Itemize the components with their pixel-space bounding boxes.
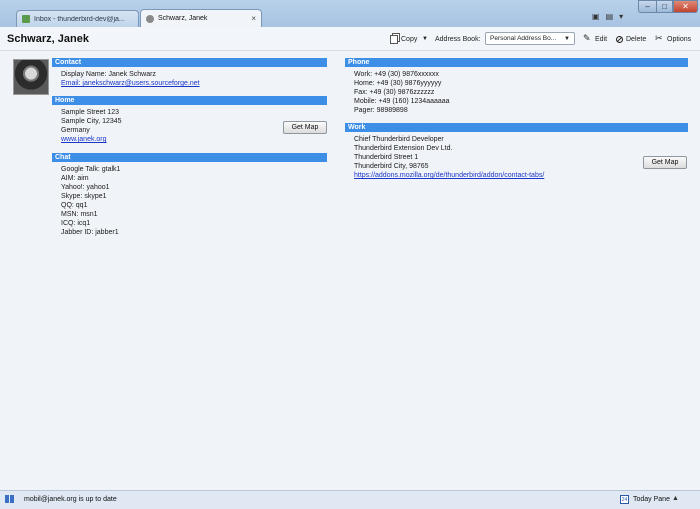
contact-icon xyxy=(146,14,154,23)
chat-item: ICQ: icq1 xyxy=(61,220,91,227)
tab-inbox[interactable]: Inbox - thunderbird-dev@ja... xyxy=(16,10,139,27)
email-link[interactable]: Email: janekschwarz@users.sourceforge.ne… xyxy=(61,79,200,88)
copy-icon xyxy=(390,34,398,44)
contact-section-header: Contact xyxy=(52,58,327,67)
menu-dropdown-icon[interactable]: ▾ xyxy=(619,12,623,21)
chat-item: Yahoo!: yahoo1 xyxy=(61,184,110,191)
calendar-icon: 24 xyxy=(620,495,629,504)
phone-item: Pager: 98989898 xyxy=(354,107,408,114)
work-street: Thunderbird Street 1 xyxy=(354,154,419,161)
home-website-link[interactable]: www.janek.org xyxy=(61,135,107,144)
tab-contact[interactable]: Schwarz, Janek × xyxy=(140,9,262,27)
avatar xyxy=(13,59,49,95)
phone-item: Home: +49 (30) 9876yyyyyy xyxy=(354,80,442,87)
address-book-value: Personal Address Bo... xyxy=(490,35,557,42)
address-book-label: Address Book: xyxy=(435,35,481,43)
chat-item: Google Talk: gtalk1 xyxy=(61,166,121,173)
minimize-button[interactable]: – xyxy=(638,0,656,13)
work-website-link[interactable]: https://addons.mozilla.org/de/thunderbir… xyxy=(354,171,544,180)
copy-label: Copy xyxy=(401,35,418,43)
edit-label: Edit xyxy=(595,35,608,43)
chat-item: Jabber ID: jabber1 xyxy=(61,229,119,236)
chat-section-header: Chat xyxy=(52,153,327,162)
close-tab-icon[interactable]: × xyxy=(251,14,256,23)
tab-list-icon[interactable]: ▣ xyxy=(592,12,600,21)
phone-section-header: Phone xyxy=(345,58,688,67)
delete-icon xyxy=(616,35,623,43)
home-country: Germany xyxy=(61,127,90,134)
chat-item: QQ: qq1 xyxy=(61,202,88,209)
home-section-header: Home xyxy=(52,96,327,105)
tools-icon xyxy=(655,33,664,44)
contact-header: Schwarz, Janek Copy ▼ Address Book: Pers… xyxy=(0,27,700,51)
delete-label: Delete xyxy=(626,35,647,43)
phone-item: Work: +49 (30) 9876xxxxxx xyxy=(354,71,439,78)
pencil-icon xyxy=(583,33,592,44)
display-name: Display Name: Janek Schwarz xyxy=(61,71,156,78)
chevron-down-icon: ▼ xyxy=(564,35,570,42)
options-button[interactable]: Options xyxy=(655,32,691,46)
work-section-header: Work xyxy=(345,123,688,132)
maximize-button[interactable]: □ xyxy=(656,0,673,13)
close-window-button[interactable]: ✕ xyxy=(673,0,698,13)
work-job-title: Chief Thunderbird Developer xyxy=(354,136,444,143)
title-bar: Inbox - thunderbird-dev@ja... Schwarz, J… xyxy=(0,0,700,27)
edit-button[interactable]: Edit xyxy=(583,32,607,46)
page-title: Schwarz, Janek xyxy=(7,33,89,45)
status-text: mobil@janek.org is up to date xyxy=(24,496,117,503)
phone-item: Mobile: +49 (160) 1234aaaaaa xyxy=(354,98,450,105)
tab-label: Schwarz, Janek xyxy=(158,15,208,22)
chat-item: Skype: skype1 xyxy=(61,193,107,200)
work-get-map-button[interactable]: Get Map xyxy=(643,156,687,169)
chevron-up-icon[interactable]: ▲ xyxy=(672,495,679,502)
copy-dropdown-button[interactable]: ▼ xyxy=(422,32,428,46)
window-extra-icons: ▣ ▤ ▾ xyxy=(592,12,623,21)
mail-icon xyxy=(22,15,30,23)
chat-item: MSN: msn1 xyxy=(61,211,98,218)
home-street: Sample Street 123 xyxy=(61,109,119,116)
online-status-icon[interactable] xyxy=(5,495,14,503)
phone-item: Fax: +49 (30) 9876zzzzzz xyxy=(354,89,435,96)
delete-button[interactable]: Delete xyxy=(616,32,646,46)
home-get-map-button[interactable]: Get Map xyxy=(283,121,327,134)
contact-view: Contact Display Name: Janek Schwarz Emai… xyxy=(0,51,700,490)
work-city: Thunderbird City, 98765 xyxy=(354,163,429,170)
status-bar: mobil@janek.org is up to date 24 Today P… xyxy=(0,490,700,509)
home-city: Sample City, 12345 xyxy=(61,118,122,125)
tab-label: Inbox - thunderbird-dev@ja... xyxy=(34,15,125,23)
today-pane-button[interactable]: Today Pane xyxy=(633,496,670,503)
app-menu-icon[interactable]: ▤ xyxy=(606,12,614,21)
work-company: Thunderbird Extension Dev Ltd. xyxy=(354,145,453,152)
chat-item: AIM: aim xyxy=(61,175,89,182)
address-book-select[interactable]: Personal Address Bo... ▼ xyxy=(485,32,575,45)
copy-button[interactable]: Copy xyxy=(390,32,417,46)
options-label: Options xyxy=(667,35,692,43)
